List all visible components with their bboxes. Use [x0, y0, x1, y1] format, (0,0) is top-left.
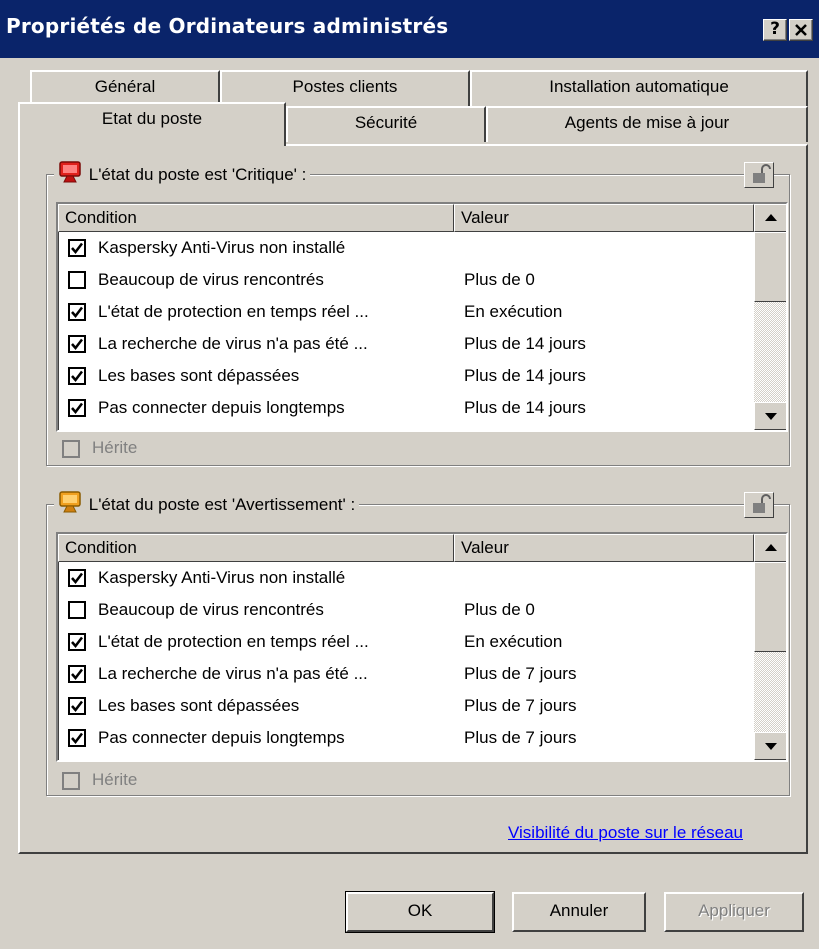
- scroll-up-button[interactable]: [754, 204, 786, 232]
- critical-computer-icon: [59, 161, 81, 183]
- list-item[interactable]: Pas connecter depuis longtemps Plus de 7…: [62, 722, 752, 754]
- tab-agents-de-mise-a-jour[interactable]: Agents de mise à jour: [486, 106, 808, 142]
- checkbox[interactable]: [68, 569, 86, 587]
- condition-label: Pas connecter depuis longtemps: [98, 728, 345, 747]
- warning-col-condition[interactable]: Condition: [58, 534, 454, 562]
- condition-value: Plus de 7 jours: [464, 664, 577, 683]
- condition-value: En exécution: [464, 302, 563, 321]
- condition-label: L'état de protection en temps réel ...: [98, 632, 369, 651]
- list-item[interactable]: Beaucoup de virus rencontrés Plus de 0: [62, 264, 752, 296]
- tab-postes-clients[interactable]: Postes clients: [220, 70, 470, 106]
- list-item[interactable]: L'état de protection en temps réel ... E…: [62, 296, 752, 328]
- checkbox[interactable]: [68, 665, 86, 683]
- warning-inherit-checkbox[interactable]: [62, 772, 80, 790]
- tab-etat-du-poste[interactable]: Etat du poste: [18, 102, 286, 146]
- scroll-down-button[interactable]: [754, 732, 786, 760]
- list-item[interactable]: La recherche de virus n'a pas été ... Pl…: [62, 328, 752, 360]
- condition-value: Plus de 0: [464, 600, 535, 619]
- critical-col-value[interactable]: Valeur: [454, 204, 754, 232]
- critical-col-condition[interactable]: Condition: [58, 204, 454, 232]
- critical-inherit-checkbox[interactable]: [62, 440, 80, 458]
- tab-securite[interactable]: Sécurité: [286, 106, 486, 142]
- condition-value: En exécution: [464, 632, 563, 651]
- ok-button[interactable]: OK: [345, 891, 495, 933]
- scroll-thumb[interactable]: [754, 232, 786, 302]
- window-title: Propriétés de Ordinateurs administrés: [6, 14, 449, 38]
- warning-inherit-label: Hérite: [92, 770, 138, 789]
- condition-value: Plus de 7 jours: [464, 728, 577, 747]
- arrow-down-icon: [765, 743, 777, 750]
- list-item[interactable]: Les bases sont dépassées Plus de 14 jour…: [62, 360, 752, 392]
- condition-label: Kaspersky Anti-Virus non installé: [98, 568, 346, 587]
- condition-label: Beaucoup de virus rencontrés: [98, 270, 324, 289]
- critical-group-title: L'état du poste est 'Critique' :: [54, 160, 311, 185]
- checkbox[interactable]: [68, 367, 86, 385]
- tab-installation-automatique[interactable]: Installation automatique: [470, 70, 808, 106]
- critical-inherit-label: Hérite: [92, 438, 138, 457]
- checkbox[interactable]: [68, 601, 86, 619]
- scroll-down-button[interactable]: [754, 402, 786, 430]
- critical-condition-list[interactable]: Condition Valeur Kaspersky Anti-Virus no…: [56, 202, 788, 432]
- condition-label: Beaucoup de virus rencontrés: [98, 600, 324, 619]
- condition-label: Pas connecter depuis longtemps: [98, 398, 345, 417]
- scroll-up-button[interactable]: [754, 534, 786, 562]
- list-item[interactable]: Pas connecter depuis longtemps Plus de 1…: [62, 392, 752, 424]
- condition-label: La recherche de virus n'a pas été ...: [98, 664, 368, 683]
- checkbox[interactable]: [68, 271, 86, 289]
- warning-computer-icon: [59, 491, 81, 513]
- cancel-button[interactable]: Annuler: [512, 892, 646, 932]
- help-button[interactable]: ?: [763, 19, 787, 41]
- close-button[interactable]: [789, 19, 813, 41]
- apply-button[interactable]: Appliquer: [664, 892, 804, 932]
- condition-label: Les bases sont dépassées: [98, 696, 300, 715]
- warning-group-title: L'état du poste est 'Avertissement' :: [54, 490, 360, 515]
- tab-general[interactable]: Général: [30, 70, 220, 106]
- checkbox[interactable]: [68, 303, 86, 321]
- critical-lock-button[interactable]: [744, 162, 774, 188]
- condition-value: Plus de 7 jours: [464, 696, 577, 715]
- condition-value: Plus de 0: [464, 270, 535, 289]
- list-item[interactable]: L'état de protection en temps réel ... E…: [62, 626, 752, 658]
- close-icon: [795, 24, 807, 36]
- lock-icon: [753, 494, 771, 513]
- checkbox[interactable]: [68, 335, 86, 353]
- warning-condition-list[interactable]: Condition Valeur Kaspersky Anti-Virus no…: [56, 532, 788, 762]
- condition-label: Kaspersky Anti-Virus non installé: [98, 238, 346, 257]
- arrow-down-icon: [765, 413, 777, 420]
- scroll-thumb[interactable]: [754, 562, 786, 652]
- list-item[interactable]: Les bases sont dépassées Plus de 7 jours: [62, 690, 752, 722]
- list-item[interactable]: Kaspersky Anti-Virus non installé: [62, 562, 752, 594]
- warning-col-value[interactable]: Valeur: [454, 534, 754, 562]
- list-item[interactable]: Beaucoup de virus rencontrés Plus de 0: [62, 594, 752, 626]
- condition-value: Plus de 14 jours: [464, 334, 586, 353]
- condition-label: Les bases sont dépassées: [98, 366, 300, 385]
- checkbox[interactable]: [68, 399, 86, 417]
- list-item[interactable]: Kaspersky Anti-Virus non installé: [62, 232, 752, 264]
- list-item[interactable]: La recherche de virus n'a pas été ... Pl…: [62, 658, 752, 690]
- condition-label: L'état de protection en temps réel ...: [98, 302, 369, 321]
- arrow-up-icon: [765, 544, 777, 551]
- condition-value: Plus de 14 jours: [464, 398, 586, 417]
- arrow-up-icon: [765, 214, 777, 221]
- checkbox[interactable]: [68, 697, 86, 715]
- condition-label: La recherche de virus n'a pas été ...: [98, 334, 368, 353]
- checkbox[interactable]: [68, 633, 86, 651]
- visibility-link[interactable]: Visibilité du poste sur le réseau: [508, 823, 743, 843]
- checkbox[interactable]: [68, 729, 86, 747]
- lock-icon: [753, 164, 771, 183]
- checkbox[interactable]: [68, 239, 86, 257]
- condition-value: Plus de 14 jours: [464, 366, 586, 385]
- warning-lock-button[interactable]: [744, 492, 774, 518]
